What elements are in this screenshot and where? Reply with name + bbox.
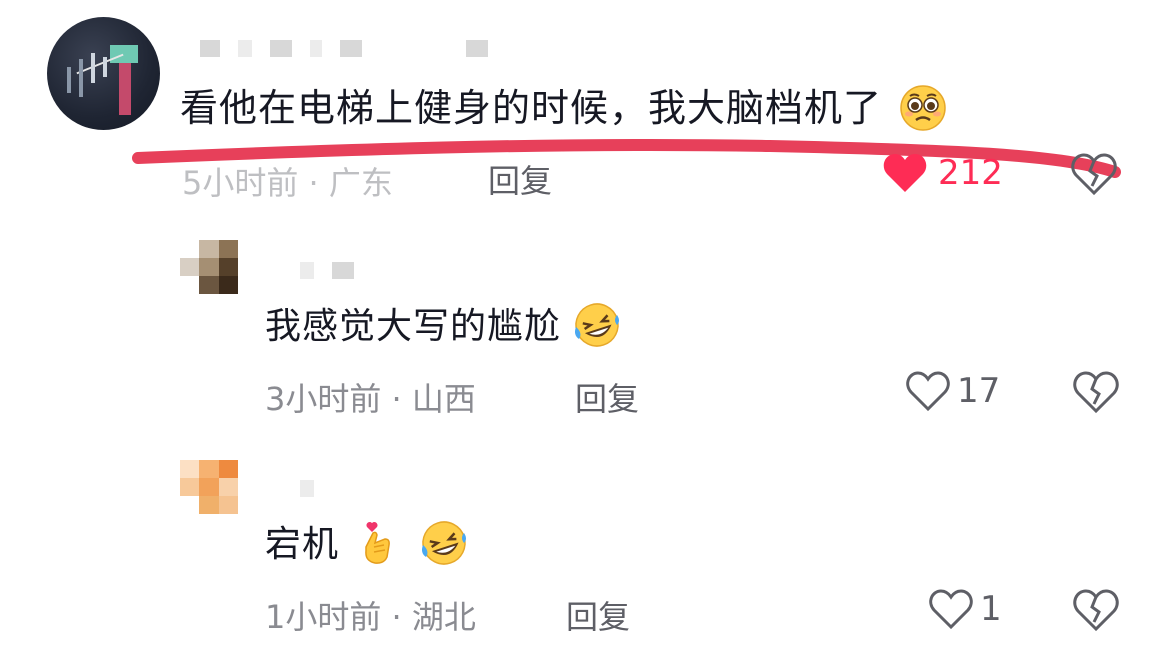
comment-text: 看他在电梯上健身的时候，我大脑档机了: [180, 84, 947, 132]
reply-meta: 1小时前 · 湖北: [265, 598, 476, 636]
reply-button[interactable]: 回复: [488, 156, 552, 202]
broken-heart-icon[interactable]: [1072, 588, 1120, 632]
heart-filled-icon: [883, 154, 927, 192]
rolling-laughing-emoji: [421, 521, 466, 565]
comment-meta: 5小时前 · 广东: [182, 164, 393, 202]
broken-heart-icon[interactable]: [1072, 370, 1120, 414]
username-censored[interactable]: [300, 480, 314, 497]
avatar[interactable]: [180, 240, 238, 294]
finger-heart-emoji: [365, 521, 391, 564]
pleading-face-emoji: [900, 84, 946, 131]
like-button[interactable]: 17: [905, 370, 1000, 412]
heart-outline-icon: [929, 589, 973, 630]
reply-button[interactable]: 回复: [575, 374, 639, 420]
like-count: 212: [938, 153, 1003, 193]
username-censored[interactable]: [200, 40, 488, 57]
rolling-laughing-emoji: [575, 303, 620, 347]
like-button[interactable]: 212: [882, 152, 1003, 194]
broken-heart-icon[interactable]: [1070, 152, 1118, 196]
reply-meta: 3小时前 · 山西: [265, 380, 476, 418]
avatar[interactable]: [180, 460, 238, 514]
reply-text: 我感觉大写的尴尬: [265, 303, 621, 350]
heart-outline-icon: [906, 371, 950, 412]
like-button[interactable]: 1: [928, 588, 1002, 630]
like-count: 1: [980, 589, 1002, 629]
avatar[interactable]: [47, 17, 160, 130]
like-count: 17: [957, 371, 1001, 411]
username-censored[interactable]: [300, 262, 354, 279]
reply-button[interactable]: 回复: [566, 592, 630, 638]
reply-text: 宕机: [265, 521, 468, 568]
